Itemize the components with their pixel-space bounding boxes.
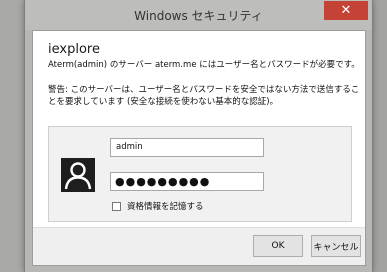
username-field[interactable]: admin: [110, 138, 264, 157]
user-avatar-icon: [61, 158, 95, 192]
warning-message: 警告: このサーバーは、ユーザー名とパスワードを安全ではない方法で送信することを…: [48, 85, 360, 107]
title-bar[interactable]: Windows セキュリティ ✕: [25, 0, 372, 30]
remember-label: 資格情報を記憶する: [127, 202, 204, 212]
dialog-content: iexplore Aterm(admin) のサーバー aterm.me にはユ…: [32, 30, 366, 266]
close-button[interactable]: ✕: [324, 1, 368, 20]
credential-panel: admin ●●●●●●●●● 資格情報を記憶する: [48, 126, 352, 222]
dialog-title: Windows セキュリティ: [134, 9, 263, 23]
server-message: Aterm(admin) のサーバー aterm.me にはユーザー名とパスワー…: [48, 60, 360, 70]
password-field[interactable]: ●●●●●●●●●: [110, 172, 264, 191]
credential-dialog: Windows セキュリティ ✕ iexplore Aterm(admin) の…: [24, 0, 373, 272]
button-strip: OK キャンセル: [33, 227, 365, 265]
ok-button[interactable]: OK: [253, 235, 303, 257]
close-icon: ✕: [340, 3, 352, 18]
cancel-button[interactable]: キャンセル: [311, 235, 361, 257]
remember-checkbox[interactable]: [112, 201, 121, 211]
remember-credentials-option[interactable]: 資格情報を記憶する: [112, 200, 204, 212]
background-window-left: [0, 0, 24, 272]
app-name: iexplore: [48, 42, 100, 57]
background-window-right: [373, 0, 387, 272]
